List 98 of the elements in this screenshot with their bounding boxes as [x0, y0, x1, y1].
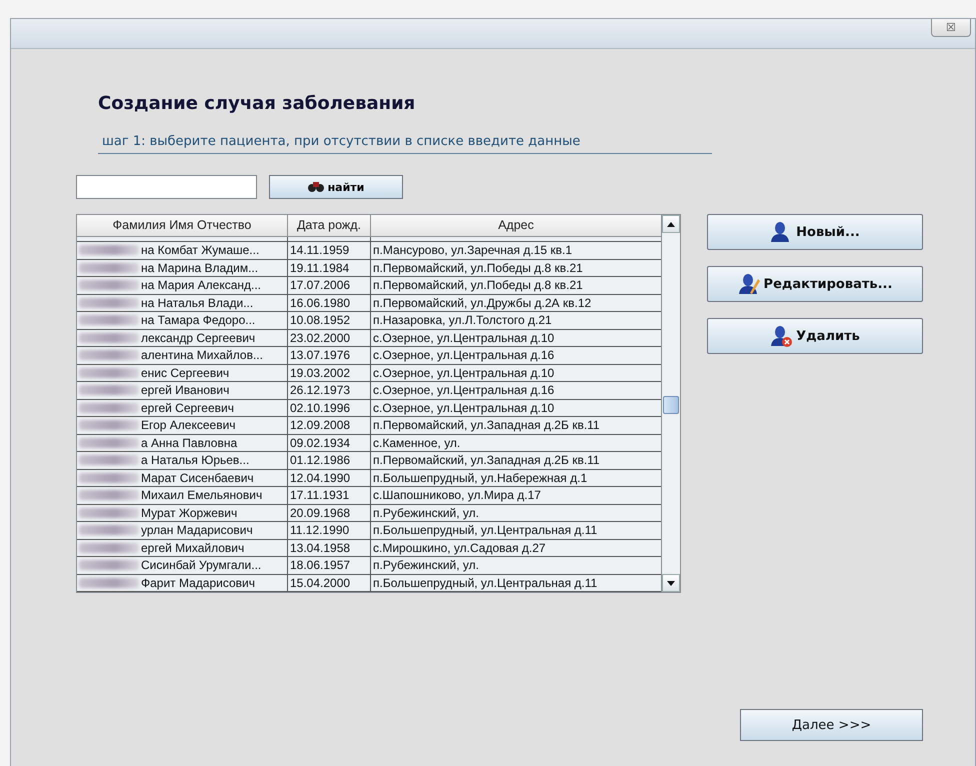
blurred-text — [79, 385, 139, 396]
table-cell: 10.08.1952 — [290, 312, 350, 328]
find-button[interactable]: найти — [269, 175, 403, 199]
blurred-text — [79, 438, 139, 448]
table-cell: Фарит Мадарисович — [141, 574, 255, 591]
binoculars-icon — [308, 181, 324, 193]
blurred-text — [79, 560, 139, 570]
blurred-text — [79, 490, 139, 500]
table-cell: на Мария Александ... — [141, 277, 262, 294]
table-cell: Егор Алексеевич — [141, 417, 236, 434]
table-cell: 02.10.1996 — [290, 400, 350, 416]
table-cell: 15.04.2000 — [290, 574, 350, 591]
search-field[interactable] — [76, 175, 257, 199]
table-cell: 12.09.2008 — [290, 417, 350, 434]
blurred-text — [79, 402, 139, 413]
table-cell: ергей Михайлович — [141, 540, 244, 556]
table-cell: Марат Сисенбаевич — [141, 470, 254, 486]
table-cell: 19.11.1984 — [290, 260, 350, 276]
table-cell: енис Сергеевич — [141, 364, 230, 381]
table-cell: алентина Михайлов... — [141, 347, 263, 364]
table-cell: урлан Мадарисович — [141, 522, 253, 538]
table-cell: 13.07.1976 — [290, 347, 350, 364]
table-cell: с.Мирошкино, ул.Садовая д.27 — [373, 540, 546, 556]
table-cell: 11.12.1990 — [290, 522, 350, 538]
user-pencil-icon — [738, 273, 760, 295]
table-cell: ергей Иванович — [141, 382, 230, 398]
table-cell: 09.02.1934 — [290, 434, 350, 451]
table-cell: п.Большепрудный, ул.Центральная д.11 — [373, 574, 598, 591]
blurred-text — [79, 280, 139, 290]
blurred-text — [79, 420, 139, 430]
table-cell: 13.04.1958 — [290, 540, 350, 556]
step-instruction: шаг 1: выберите пациента, при отсутствии в списке введите данные — [98, 134, 712, 154]
table-cell: п.Первомайский, ул.Западная д.2Б кв.11 — [373, 452, 600, 468]
action-button[interactable]: Удалить — [707, 318, 923, 354]
table-cell: п.Большепрудный, ул.Набережная д.1 — [373, 470, 588, 486]
table-cell: 17.11.1931 — [290, 487, 350, 504]
blurred-text — [79, 542, 139, 553]
table-cell: п.Первомайский, ул.Победы д.8 кв.21 — [373, 260, 583, 276]
blurred-text — [79, 298, 139, 308]
table-cell: 19.03.2002 — [290, 364, 350, 381]
table-cell: 26.12.1973 — [290, 382, 350, 398]
table-cell: с.Озерное, ул.Центральная д.16 — [373, 382, 554, 398]
table-cell: с.Каменное, ул. — [373, 434, 460, 451]
table-cell: с.Озерное, ул.Центральная д.16 — [373, 347, 554, 364]
blurred-text — [79, 508, 139, 518]
action-button[interactable]: Редактировать... — [707, 266, 923, 302]
scroll-down-icon[interactable] — [662, 574, 680, 592]
blurred-text — [79, 350, 139, 360]
table-cell: п.Большепрудный, ул.Центральная д.11 — [373, 522, 598, 538]
table-cell: на Марина Владим... — [141, 260, 258, 276]
blurred-text — [79, 525, 139, 536]
blurred-text — [79, 315, 139, 326]
table-cell: а Наталья Юрьев... — [141, 452, 250, 468]
table-cell: 01.12.1986 — [290, 452, 350, 468]
scroll-thumb[interactable] — [663, 396, 679, 414]
table-cell: 18.06.1957 — [290, 557, 350, 574]
table-cell: Михаил Емельянович — [141, 487, 262, 504]
table-cell: с.Шапошниково, ул.Мира д.17 — [373, 487, 541, 504]
action-button[interactable]: Новый... — [707, 214, 923, 250]
table-cell: п.Рубежинский, ул. — [373, 557, 480, 574]
scrollbar[interactable] — [661, 215, 680, 592]
table-cell: на Тамара Федоро... — [141, 312, 256, 328]
dialog-heading: Создание случая заболевания — [98, 93, 416, 114]
table-cell: 12.04.1990 — [290, 470, 350, 486]
blurred-text — [79, 262, 139, 273]
table-cell: а Анна Павловна — [141, 434, 238, 451]
column-header[interactable]: Дата рожд. — [288, 215, 371, 236]
blurred-text — [79, 455, 139, 466]
user-remove-icon — [770, 325, 792, 347]
table-cell: 17.07.2006 — [290, 277, 350, 294]
scroll-up-icon[interactable] — [662, 215, 680, 233]
table-cell: 23.02.2000 — [290, 330, 350, 346]
table-cell: на Наталья Влади... — [141, 294, 254, 311]
table-cell: п.Мансурово, ул.Заречная д.15 кв.1 — [373, 242, 572, 258]
table-cell: п.Первомайский, ул.Западная д.2Б кв.11 — [373, 417, 600, 434]
table-cell: с.Озерное, ул.Центральная д.10 — [373, 364, 554, 381]
table-cell: лександр Сергеевич — [141, 330, 256, 346]
table-cell: с.Озерное, ул.Центральная д.10 — [373, 400, 554, 416]
blurred-text — [79, 578, 139, 588]
table-cell: на Комбат Жумаше... — [141, 242, 260, 258]
blurred-text — [79, 368, 139, 378]
column-header[interactable]: Фамилия Имя Отчество — [77, 215, 288, 236]
table-cell: п.Назаровка, ул.Л.Толстого д.21 — [373, 312, 552, 328]
table-cell: 16.06.1980 — [290, 294, 350, 311]
blurred-text — [79, 332, 139, 343]
table-cell: 20.09.1968 — [290, 504, 350, 521]
close-button[interactable]: ☒ — [931, 19, 971, 37]
table-cell: с.Озерное, ул.Центральная д.10 — [373, 330, 554, 346]
table-cell: п.Первомайский, ул.Дружбы д.2А кв.12 — [373, 294, 592, 311]
table-cell: 14.11.1959 — [290, 242, 350, 258]
table-cell: ергей Сергеевич — [141, 400, 234, 416]
blurred-text — [79, 472, 139, 483]
next-button[interactable]: Далее >>> — [740, 709, 923, 741]
table-cell: п.Первомайский, ул.Победы д.8 кв.21 — [373, 277, 583, 294]
table-cell: Мурат Жоржевич — [141, 504, 238, 521]
blurred-text — [79, 245, 139, 256]
table-cell: Сисинбай Урумгали... — [141, 557, 262, 574]
table-cell: п.Рубежинский, ул. — [373, 504, 480, 521]
